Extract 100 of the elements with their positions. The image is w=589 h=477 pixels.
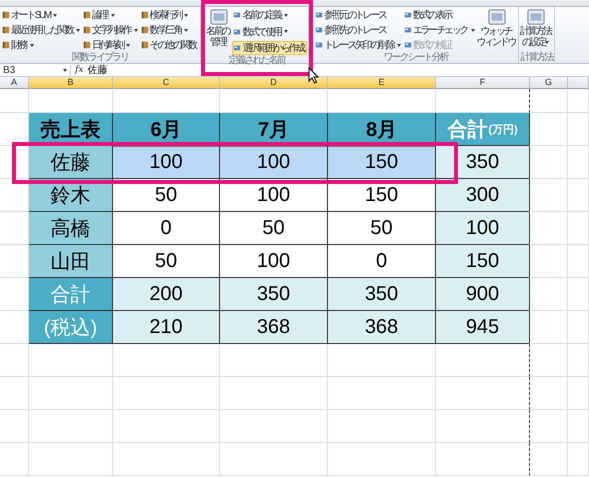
table-cell [529,278,568,311]
table-cell: 350 [328,278,436,311]
caret-icon [134,28,138,32]
table-cell [568,377,589,410]
ribbon-button[interactable]: 名前の定義 [232,8,308,22]
ribbon-button[interactable]: 参照先のトレース [314,23,402,37]
table-cell: 50 [328,212,436,245]
table-cell: 300 [436,179,530,212]
table-cell: 佐藤 [29,146,113,179]
column-header[interactable]: A [0,77,29,89]
tool-icon [233,11,242,19]
table-cell [529,146,568,179]
table-cell [568,344,589,377]
table-cell [568,443,589,476]
tool-icon [233,28,242,36]
table-cell [568,113,589,146]
ribbon-button[interactable]: 選択範囲から作成 [232,41,308,55]
table-cell: 900 [436,278,530,311]
group-label: 計算方法 [520,52,553,63]
table-cell [529,245,568,278]
column-header[interactable]: B [29,77,113,89]
group-label: 関数ライブラリ [71,52,130,63]
caret-icon [396,44,401,46]
caret-icon [126,44,130,46]
ribbon-button[interactable]: 参照元のトレース [314,8,402,22]
table-cell: 0 [328,245,436,278]
tool-icon [404,26,412,34]
table-cell: 100 [220,146,328,179]
ribbon-button[interactable]: その他の関数 [140,38,200,52]
column-header[interactable]: C [113,77,220,89]
table-cell: 50 [113,245,220,278]
table-cell [568,212,589,245]
column-header[interactable]: G [530,77,568,89]
tool-icon [315,41,324,49]
ribbon-button[interactable]: 数学/三角 [140,23,200,37]
ribbon-button[interactable]: 日付/時刻 [82,38,139,52]
book-icon [82,41,91,49]
caret-icon [63,68,67,72]
ribbon-button[interactable]: 文字列操作 [82,23,139,37]
caret-icon [284,30,288,33]
table-cell [568,278,589,311]
table-cell: 368 [328,311,436,344]
ribbon-button[interactable]: 数式で使用 [232,24,308,38]
caret-icon [110,14,115,16]
caret-icon [30,44,34,46]
tool-icon [315,26,324,34]
table-cell: 368 [220,311,328,344]
book-icon [140,41,149,49]
large-ribbon-button[interactable]: 計算方法 の設定 [520,8,553,52]
ribbon-button[interactable]: 数式の表示 [402,8,476,22]
table-cell: 0 [113,212,220,245]
window-icon [486,8,507,26]
insert-function-button[interactable]: fx [75,65,84,75]
caret-icon [284,14,288,16]
ribbon-button[interactable]: 最近使用した関数 [1,23,81,37]
book-icon [82,11,91,19]
table-cell: 200 [113,278,220,311]
column-header[interactable] [568,77,589,89]
caret-icon [53,14,58,16]
table-cell [529,113,568,146]
table-cell [529,377,568,410]
ribbon-button[interactable]: 財務 [1,38,81,52]
ribbon-button[interactable]: オート SUM [1,8,81,22]
caret-icon [76,28,80,32]
ribbon-button[interactable]: 検索/行列 [140,8,200,22]
table-cell [568,89,589,113]
column-header[interactable]: D [220,77,328,89]
table-cell [529,344,568,377]
table-cell: 150 [328,146,436,179]
table-cell: 100 [220,245,328,278]
large-ribbon-button[interactable]: ウォッチ ウィンドウ [476,8,518,52]
caret-icon [184,14,188,16]
tool-icon [404,11,412,19]
column-header[interactable]: E [328,77,436,89]
table-cell: 山田 [29,245,113,278]
formula-field[interactable]: 佐藤 [87,63,108,77]
table-cell [529,89,568,113]
caret-icon [470,28,475,32]
table-cell [529,212,568,245]
table-cell [568,179,589,212]
caret-icon [184,28,188,32]
ribbon-button[interactable]: エラー チェック [402,23,476,37]
table-cell: 350 [220,278,328,311]
tool-icon [315,11,324,19]
column-header[interactable]: F [436,77,530,89]
table-cell [0,410,29,443]
large-ribbon-button[interactable]: 名前の 管理 [206,8,232,55]
table-cell: 100 [113,146,220,179]
book-icon [140,11,149,19]
table-cell: 100 [436,212,530,245]
table-cell [0,443,29,476]
book-icon [2,26,10,34]
ribbon-button[interactable]: 論理 [82,8,139,22]
tool-icon [404,41,412,49]
name-box[interactable]: B3 [0,64,71,76]
table-cell [0,89,29,113]
table-cell: 50 [220,212,328,245]
group-label: 定義された名前 [228,55,286,66]
ribbon-button[interactable]: トレース矢印の削除 [314,38,402,52]
table-cell [568,146,589,179]
